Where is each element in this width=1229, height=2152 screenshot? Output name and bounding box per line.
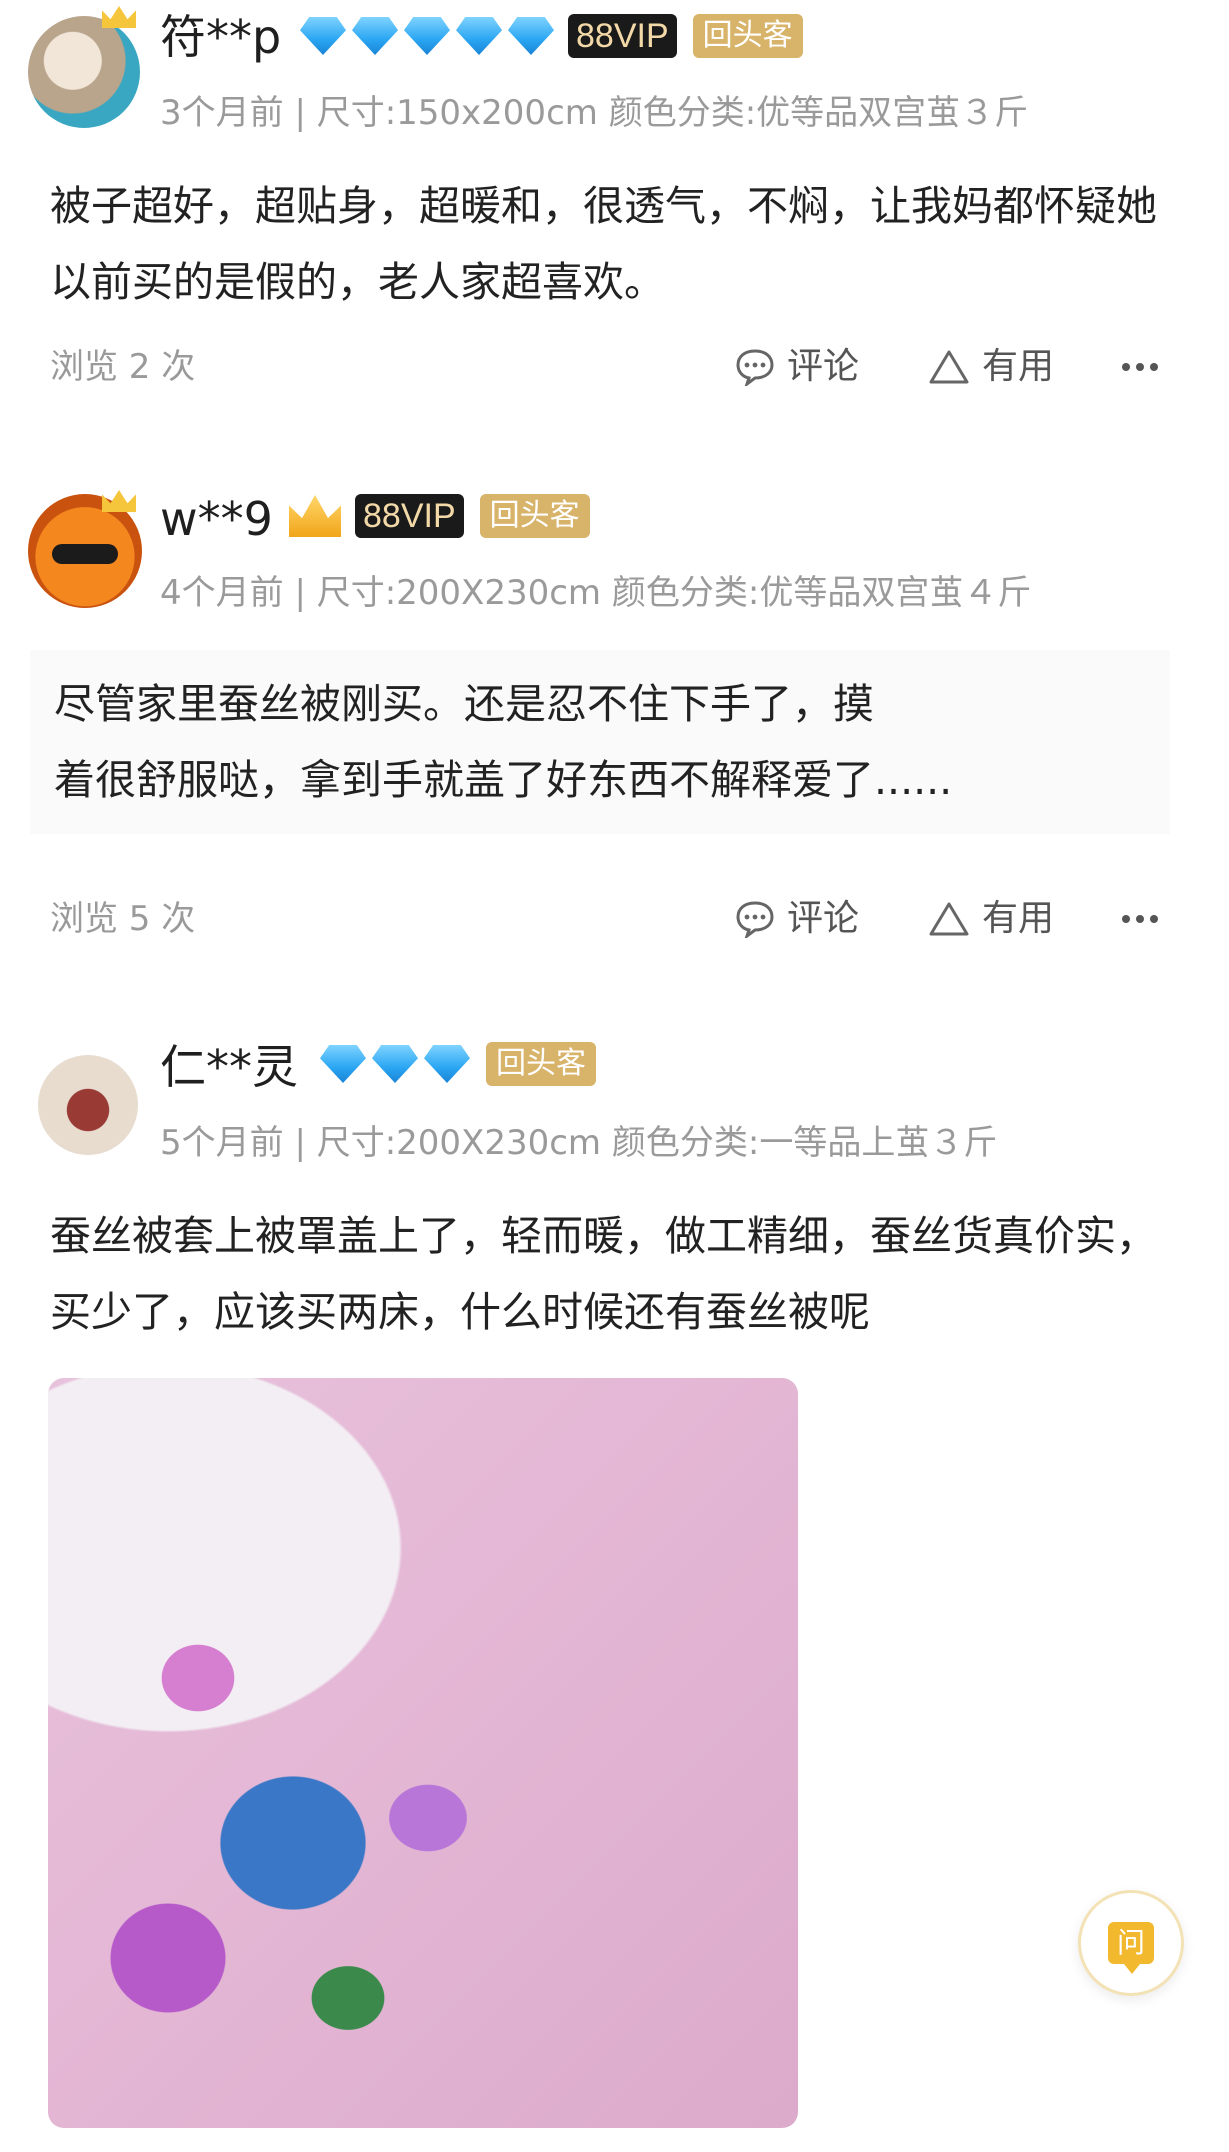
review-meta: 4个月前 | 尺寸:200X230cm 颜色分类:优等品双宫茧４斤 [160, 573, 1032, 613]
username[interactable]: 仁**灵 [160, 1044, 298, 1090]
diamond-icon [424, 1045, 470, 1083]
useful-button[interactable]: 有用 [928, 342, 1054, 392]
review-meta: 3个月前 | 尺寸:150x200cm 颜色分类:优等品双宫茧３斤 [160, 93, 1029, 133]
vip-badge: 88VIP [568, 14, 677, 58]
username[interactable]: w**9 [160, 496, 273, 542]
ask-icon: 问 [1108, 1922, 1154, 1974]
review-content-line: 尽管家里蚕丝被刚买。还是忍不住下手了，摸 [54, 680, 874, 728]
diamond-icon [508, 17, 554, 55]
vip-badge: 88VIP [355, 494, 464, 538]
ask-button[interactable]: 问 [1078, 1890, 1184, 1996]
comment-icon [735, 900, 775, 938]
review-content: 被子超好，超贴身，超暖和，很透气，不焖，让我妈都怀疑她以前买的是假的，老人家超喜… [50, 182, 1157, 306]
diamond-icon [456, 17, 502, 55]
comment-button[interactable]: 评论 [735, 894, 859, 944]
comment-label: 评论 [787, 898, 860, 939]
view-count: 浏览 5 次 [50, 899, 196, 939]
username[interactable]: 符**p [160, 14, 281, 60]
review-meta: 5个月前 | 尺寸:200X230cm 颜色分类:一等品上茧３斤 [160, 1123, 998, 1163]
user-badges: 回头客 [320, 1042, 596, 1086]
mask-decoration [52, 544, 118, 564]
useful-label: 有用 [982, 346, 1055, 387]
more-icon[interactable] [1120, 342, 1160, 392]
review-footer: 浏览 5 次 评论 有用 [0, 894, 1229, 944]
review-footer: 浏览 2 次 评论 有用 [0, 342, 1229, 392]
useful-label: 有用 [982, 898, 1055, 939]
diamond-icon [404, 17, 450, 55]
crown-level-icon [289, 495, 341, 537]
thumbs-up-triangle-icon [928, 348, 970, 386]
diamond-icon [320, 1045, 366, 1083]
diamond-icon [352, 17, 398, 55]
view-count: 浏览 2 次 [50, 347, 196, 387]
comment-label: 评论 [787, 346, 860, 387]
repeat-customer-badge: 回头客 [692, 14, 803, 58]
avatar[interactable] [28, 16, 140, 128]
review-content: 尽管家里蚕丝被刚买。还是忍不住下手了，摸 着很舒服哒，拿到手就盖了好东西不解释爱… [30, 650, 1170, 834]
review-content: 蚕丝被套上被罩盖上了，轻而暖，做工精细，蚕丝货真价实，买少了，应该买两床，什么时… [50, 1212, 1157, 1336]
review-content-line: 着很舒服哒，拿到手就盖了好东西不解释爱了...... [54, 756, 953, 804]
user-badges: 88VIP 回头客 [300, 14, 803, 58]
thumbs-up-triangle-icon [928, 900, 970, 938]
avatar[interactable] [38, 1055, 138, 1155]
repeat-customer-badge: 回头客 [479, 494, 590, 538]
comment-button[interactable]: 评论 [735, 342, 859, 392]
crown-icon [102, 6, 136, 28]
comment-icon [735, 348, 775, 386]
diamond-icon [300, 17, 346, 55]
diamond-icon [372, 1045, 418, 1083]
useful-button[interactable]: 有用 [928, 894, 1054, 944]
repeat-customer-badge: 回头客 [486, 1042, 596, 1086]
user-badges: 88VIP 回头客 [285, 494, 590, 538]
more-icon[interactable] [1120, 894, 1160, 944]
crown-icon [102, 490, 136, 512]
review-photo[interactable] [48, 1378, 798, 2128]
